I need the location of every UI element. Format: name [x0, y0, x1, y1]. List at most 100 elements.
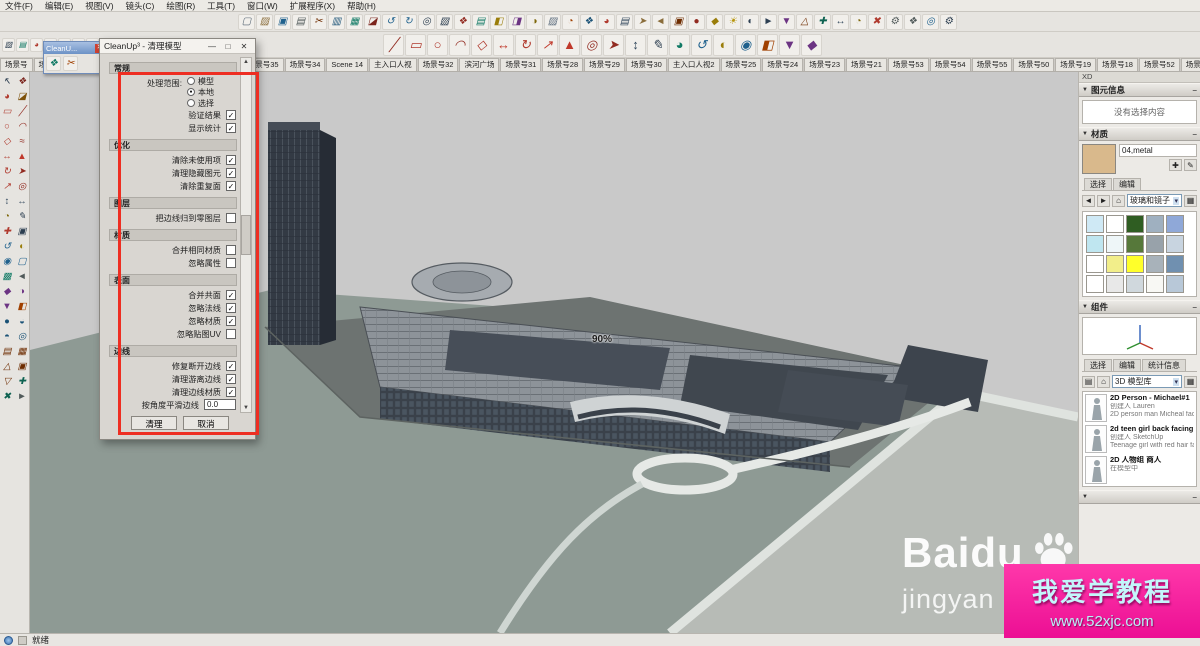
toolbar-icon[interactable]: △ — [796, 14, 813, 30]
scene-tab[interactable]: 场景号55 — [972, 58, 1013, 71]
option-row[interactable]: 忽略材质✓ — [109, 314, 237, 327]
tool-icon[interactable]: ✖ — [0, 389, 14, 404]
components-tab[interactable]: 统计信息 — [1142, 359, 1186, 371]
toolbar-icon[interactable]: ▤ — [292, 14, 309, 30]
tool-icon[interactable]: ◧ — [15, 299, 29, 314]
material-swatch[interactable] — [1126, 275, 1144, 293]
material-collection-select[interactable]: 玻璃和镜子▾ — [1127, 194, 1182, 207]
option-row[interactable]: 忽略属性 — [109, 256, 237, 269]
toolbar-icon[interactable]: ◔ — [562, 14, 579, 30]
tool-icon[interactable]: ◉ — [0, 254, 14, 269]
toolbar-icon[interactable]: ◆ — [801, 34, 822, 56]
tool-icon[interactable]: ▼ — [0, 299, 14, 314]
scene-tab[interactable]: 主入口人视 — [369, 58, 417, 71]
mini-window-titlebar[interactable]: CleanU... ✕ — [44, 42, 106, 54]
material-swatch[interactable] — [1146, 255, 1164, 273]
paint-sample-icon[interactable]: ✎ — [1184, 159, 1197, 171]
in-model-icon[interactable]: ⌂ — [1097, 376, 1110, 388]
toolbar-icon[interactable]: ▨ — [256, 14, 273, 30]
tool-icon[interactable]: ➤ — [15, 164, 29, 179]
tool-icon[interactable]: ❖ — [15, 74, 29, 89]
toolbar-icon[interactable]: ⚙ — [940, 14, 957, 30]
menu-item[interactable]: 编辑(E) — [45, 0, 73, 12]
toolbar-icon[interactable]: ◐ — [713, 34, 734, 56]
toolbar-icon[interactable]: ◔ — [850, 14, 867, 30]
toolbar-icon[interactable]: ◨ — [508, 14, 525, 30]
toolbar-icon[interactable]: ▤ — [616, 14, 633, 30]
scene-tab[interactable]: 场景号50 — [1013, 58, 1054, 71]
toolbar-icon[interactable]: ◪ — [364, 14, 381, 30]
toolbar-icon[interactable]: ↻ — [515, 34, 536, 56]
menu-item[interactable]: 帮助(H) — [347, 0, 376, 12]
toolbar-icon[interactable]: ▣ — [670, 14, 687, 30]
option-row[interactable]: 清理边线材质✓ — [109, 385, 237, 398]
scene-tab[interactable]: 场景号34 — [285, 58, 326, 71]
toolbar-icon[interactable]: ◆ — [706, 14, 723, 30]
back-icon[interactable]: ◄ — [1082, 195, 1095, 207]
toolbar-icon[interactable]: ✚ — [814, 14, 831, 30]
component-list-item[interactable]: 2D 人物组 商人 在模型中 — [1085, 456, 1194, 484]
tool-icon[interactable]: ↕ — [0, 194, 14, 209]
materials-header[interactable]: ▼ 材质 – — [1079, 127, 1200, 141]
scene-tab[interactable]: 场景号 — [0, 58, 33, 71]
tool-icon[interactable]: ✎ — [15, 209, 29, 224]
toolbar-icon[interactable]: ▧ — [436, 14, 453, 30]
credits-icon[interactable] — [18, 636, 27, 645]
toolbar-icon[interactable]: ◎ — [922, 14, 939, 30]
toolbar-icon[interactable]: ❖ — [46, 56, 61, 71]
create-material-icon[interactable]: ✚ — [1169, 159, 1182, 171]
scene-tab[interactable]: 场景号24 — [762, 58, 803, 71]
material-swatch[interactable] — [1146, 275, 1164, 293]
material-swatch[interactable] — [1146, 215, 1164, 233]
toolbar-icon[interactable]: ❖ — [904, 14, 921, 30]
scene-tab[interactable]: 场景号25 — [721, 58, 762, 71]
toolbar-icon[interactable]: ▤ — [16, 38, 29, 52]
tool-icon[interactable]: ▣ — [15, 224, 29, 239]
option-row[interactable]: 清除重复面✓ — [109, 179, 237, 192]
clean-button[interactable]: 清理 — [131, 416, 177, 430]
toolbar-icon[interactable]: ◕ — [598, 14, 615, 30]
scope-radio-option[interactable]: ●本地 — [187, 87, 237, 97]
option-row[interactable]: 显示统计✓ — [109, 121, 237, 134]
tool-icon[interactable]: ▤ — [0, 344, 14, 359]
toolbar-icon[interactable]: ▣ — [274, 14, 291, 30]
dialog-titlebar[interactable]: CleanUp³ - 清理模型 — □ ✕ — [100, 39, 255, 54]
component-preview[interactable] — [1082, 317, 1197, 355]
collapse-icon[interactable]: – — [1193, 493, 1197, 502]
toolbar-icon[interactable]: ◑ — [526, 14, 543, 30]
materials-tab[interactable]: 编辑 — [1113, 178, 1141, 190]
scene-tab[interactable]: 主入口人视2 — [668, 58, 720, 71]
toolbar-icon[interactable]: ◕ — [30, 38, 43, 52]
menu-item[interactable]: 镜头(C) — [126, 0, 155, 12]
toolbar-icon[interactable]: ✂ — [63, 56, 78, 71]
scroll-down-icon[interactable]: ▼ — [243, 404, 249, 412]
scene-tab[interactable]: 场景号54 — [930, 58, 971, 71]
menu-item[interactable]: 文件(F) — [5, 0, 33, 12]
toolbar-icon[interactable]: ↕ — [625, 34, 646, 56]
menu-item[interactable]: 工具(T) — [207, 0, 235, 12]
toolbar-icon[interactable]: ◧ — [757, 34, 778, 56]
option-row[interactable]: 忽略法线✓ — [109, 301, 237, 314]
minimize-button[interactable]: — — [205, 40, 219, 52]
toolbar-icon[interactable]: ☀ — [724, 14, 741, 30]
scene-tab[interactable]: 场景号30 — [626, 58, 667, 71]
scrollbar-thumb[interactable] — [241, 215, 251, 255]
toolbar-icon[interactable]: ▭ — [405, 34, 426, 56]
toolbar-icon[interactable]: ▥ — [328, 14, 345, 30]
scene-tab[interactable]: 场景号31 — [500, 58, 541, 71]
list-icon[interactable]: ▤ — [1082, 376, 1095, 388]
tool-icon[interactable]: ◎ — [15, 329, 29, 344]
toolbar-icon[interactable]: ❖ — [454, 14, 471, 30]
toolbar-icon[interactable]: ▼ — [779, 34, 800, 56]
component-list-item[interactable]: 2d teen girl back facing 创建人 SketchUp Te… — [1085, 425, 1194, 453]
components-tab[interactable]: 编辑 — [1113, 359, 1141, 371]
tool-icon[interactable]: ◠ — [15, 119, 29, 134]
toolbar-icon[interactable]: ➤ — [603, 34, 624, 56]
tool-icon[interactable]: △ — [0, 359, 14, 374]
material-swatch[interactable] — [1166, 275, 1184, 293]
scene-tab[interactable]: 滨河广场 — [459, 58, 499, 71]
tool-icon[interactable]: ◓ — [0, 329, 14, 344]
tool-icon[interactable]: ╱ — [15, 104, 29, 119]
material-swatch[interactable] — [1166, 235, 1184, 253]
material-swatch[interactable] — [1086, 255, 1104, 273]
